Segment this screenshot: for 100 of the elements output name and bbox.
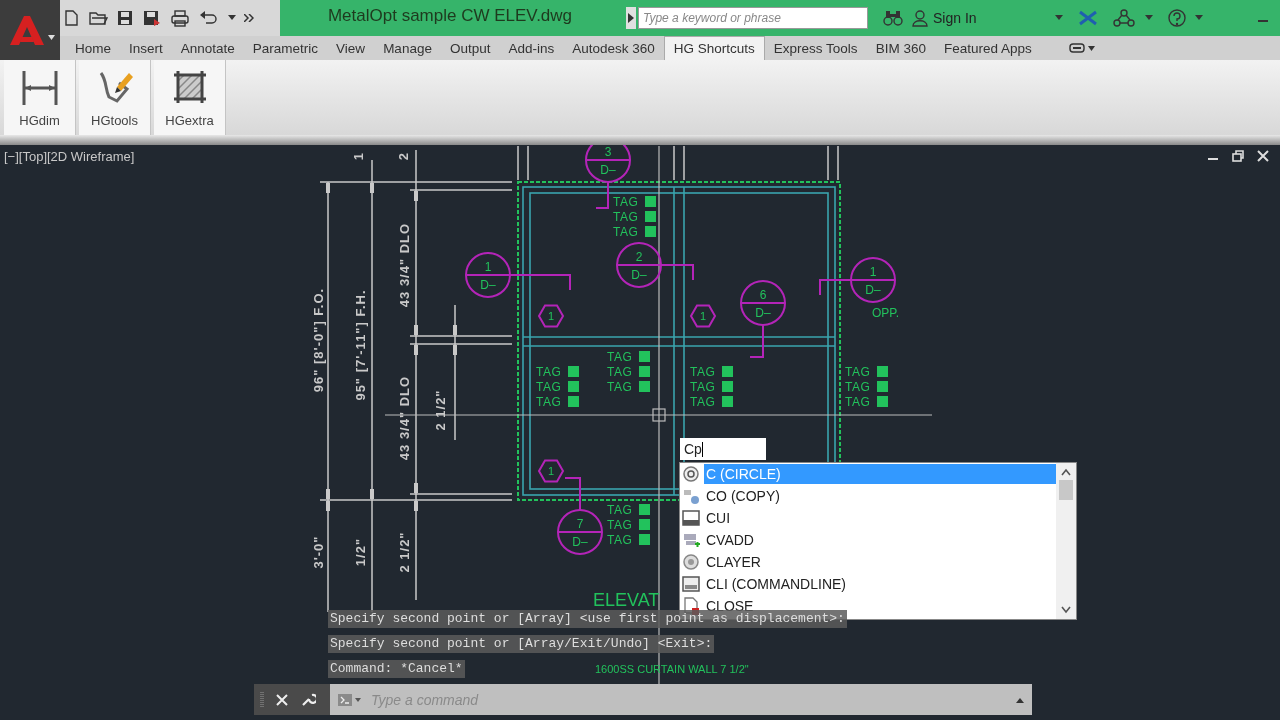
tag-square-icon xyxy=(639,381,650,392)
chevron-up-icon[interactable] xyxy=(1061,468,1071,476)
ribbon-button[interactable]: HGdim xyxy=(4,60,76,135)
copy-icon xyxy=(682,487,700,505)
tag-label: TAG xyxy=(613,210,639,224)
tag-label: TAG xyxy=(690,380,716,394)
mullion-line xyxy=(673,145,675,181)
tag-square-icon xyxy=(722,396,733,407)
sign-in-button[interactable]: Sign In xyxy=(910,9,979,27)
tag-label: TAG xyxy=(845,380,871,394)
ribbon-tab[interactable]: Featured Apps xyxy=(934,36,1041,60)
caret-icon[interactable] xyxy=(1194,15,1203,21)
chevron-down-icon[interactable] xyxy=(1061,606,1071,614)
dimension-text: 3'-0" xyxy=(310,535,326,569)
tag-square-icon xyxy=(639,534,650,545)
panel-icon xyxy=(1068,42,1085,54)
autocomplete-item[interactable]: CUI xyxy=(704,508,1056,528)
ribbon-tab[interactable]: Output xyxy=(440,36,500,60)
mullion-line xyxy=(527,145,529,181)
autocomplete-item[interactable]: CLI (COMMANDLINE) xyxy=(704,574,1056,594)
caret-icon[interactable] xyxy=(1054,15,1063,21)
tag-square-icon xyxy=(645,226,656,237)
callout-number: 6 xyxy=(759,288,767,302)
scroll-thumb[interactable] xyxy=(1059,480,1073,500)
tag-square-icon xyxy=(877,396,888,407)
ribbon-tab[interactable]: View xyxy=(327,36,375,60)
ribbon-tab[interactable]: Annotate xyxy=(171,36,244,60)
dimension-text: 2 1/2" xyxy=(396,531,412,573)
hexagon-tag-number: 1 xyxy=(547,465,555,477)
callout-number: 3 xyxy=(604,145,612,159)
tag-label: TAG xyxy=(845,395,871,409)
callout-number: 1 xyxy=(484,260,492,274)
autocomplete-item[interactable]: CVADD xyxy=(704,530,1056,550)
hexagon-tag-icon xyxy=(537,459,565,483)
tag-label: TAG xyxy=(536,365,562,379)
grip-icon[interactable] xyxy=(260,690,264,709)
command-input-field[interactable]: Cp xyxy=(680,438,766,460)
prompt-button[interactable] xyxy=(338,693,361,706)
ribbon-tab[interactable]: Insert xyxy=(120,36,172,60)
tag-label: TAG xyxy=(607,533,633,547)
caret-icon[interactable] xyxy=(47,34,55,40)
ribbon-button[interactable]: HGtools xyxy=(79,60,151,135)
ribbon-tab[interactable]: Home xyxy=(66,36,120,60)
tag-label: TAG xyxy=(607,518,633,532)
ribbon-button[interactable]: HGextra xyxy=(154,60,226,135)
tag-label: TAG xyxy=(613,225,639,239)
caret-up-icon[interactable] xyxy=(1016,696,1024,703)
tag-label: TAG xyxy=(536,395,562,409)
close-icon[interactable] xyxy=(1256,149,1270,163)
tag-square-icon xyxy=(722,366,733,377)
restore-icon[interactable] xyxy=(1231,149,1245,163)
new-file-icon[interactable] xyxy=(62,9,80,27)
tag-square-icon xyxy=(639,504,650,515)
callout-number: 7 xyxy=(576,517,584,531)
callout-label: D– xyxy=(755,306,771,320)
mullion-line xyxy=(837,145,839,181)
help-icon[interactable] xyxy=(1166,8,1189,28)
ribbon-tab[interactable]: Autodesk 360 xyxy=(563,36,664,60)
double-chevron-icon[interactable] xyxy=(244,14,254,22)
viewport-label[interactable]: [−][Top][2D Wireframe] xyxy=(4,148,135,164)
dimension-text: 1/2" xyxy=(352,537,368,567)
autocomplete-item[interactable]: CLAYER xyxy=(704,552,1056,572)
save-as-icon[interactable] xyxy=(142,9,162,27)
callout-number: 1 xyxy=(869,265,877,279)
caret-icon[interactable] xyxy=(228,15,236,21)
tag-square-icon xyxy=(877,366,888,377)
window-icon xyxy=(682,575,700,593)
dimension-text: 95" [7'-11"] F.H. xyxy=(352,289,368,401)
ribbon-tab[interactable]: HG Shortcuts xyxy=(663,36,765,60)
save-icon[interactable] xyxy=(116,9,134,27)
document-title: MetalOpt sample CW ELEV.dwg xyxy=(326,6,574,27)
hexagon-tag-icon xyxy=(689,304,717,328)
tag-square-icon xyxy=(568,396,579,407)
window-icon xyxy=(682,509,700,527)
tag-square-icon xyxy=(877,381,888,392)
ribbon-tab[interactable]: Parametric xyxy=(243,36,328,60)
user-icon xyxy=(912,9,928,27)
hexagon-tag-number: 1 xyxy=(699,310,707,322)
tag-label: TAG xyxy=(845,365,871,379)
dimension-text: 2 xyxy=(395,151,411,161)
dimension-text: 2 1/2" xyxy=(432,389,448,431)
ribbon-tab[interactable]: BIM 360 xyxy=(866,36,935,60)
scroll-bar[interactable] xyxy=(1056,463,1076,619)
caret-icon[interactable] xyxy=(1144,15,1153,21)
close-icon[interactable] xyxy=(276,693,288,706)
callout-label: D– xyxy=(572,535,588,549)
ribbon-tab[interactable]: Express Tools xyxy=(764,36,867,60)
ribbon-tab[interactable]: Manage xyxy=(374,36,441,60)
print-icon[interactable] xyxy=(170,9,190,27)
search-field[interactable]: Type a keyword or phrase xyxy=(638,7,868,29)
ribbon-tab[interactable]: Add-ins xyxy=(499,36,564,60)
callout-label: D– xyxy=(865,283,881,297)
binoculars-icon[interactable] xyxy=(882,9,904,27)
autocomplete-item[interactable]: CO (COPY) xyxy=(704,486,1056,506)
caret-icon xyxy=(1087,45,1095,51)
callout-label: D– xyxy=(631,268,647,282)
callout-number: 2 xyxy=(635,250,643,264)
caret-icon xyxy=(355,697,361,702)
folder-icon[interactable] xyxy=(88,9,108,27)
undo-icon[interactable] xyxy=(198,9,220,27)
